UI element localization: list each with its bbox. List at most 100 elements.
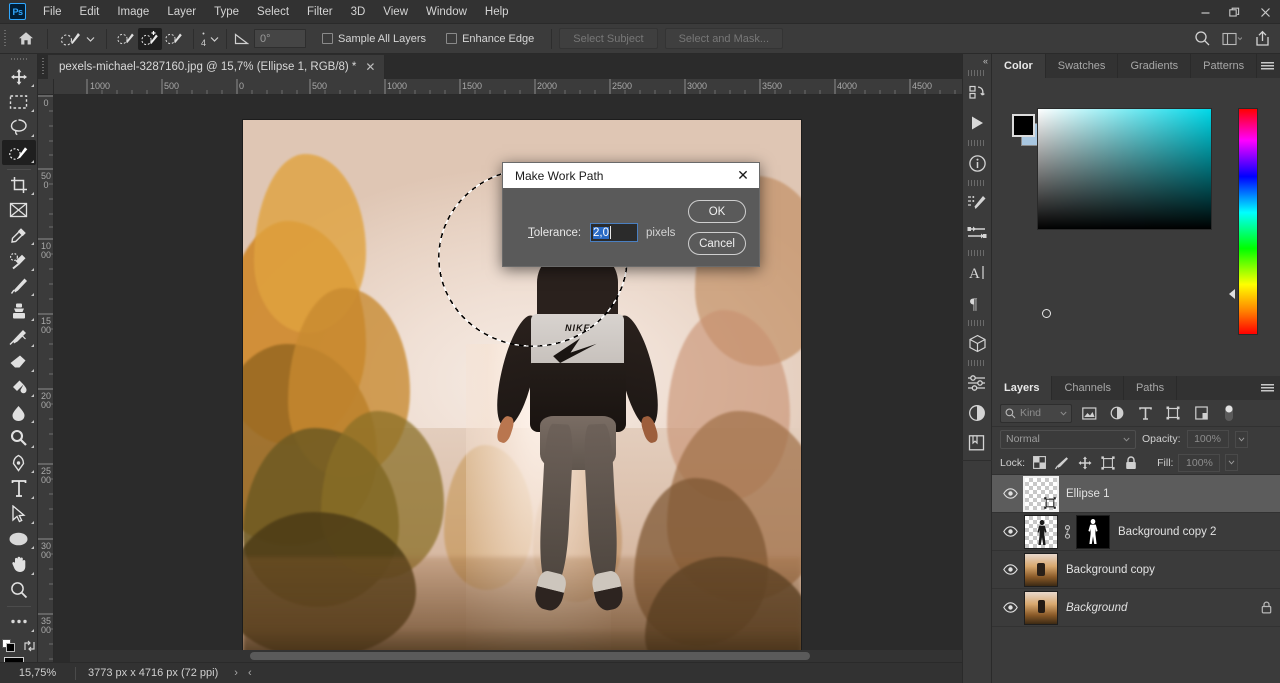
minimize-button[interactable] <box>1190 0 1220 24</box>
filter-toggle-switch[interactable] <box>1218 403 1240 423</box>
spot-healing-brush-tool[interactable] <box>2 248 36 272</box>
gradient-tool[interactable] <box>2 375 36 399</box>
menu-edit[interactable]: Edit <box>71 3 109 21</box>
layer-thumbnail[interactable] <box>1023 475 1059 512</box>
filter-type-icon[interactable] <box>1134 403 1156 423</box>
layer-thumbnail[interactable] <box>1024 590 1058 625</box>
layer-mask-link-icon[interactable] <box>1060 524 1074 539</box>
menu-3d[interactable]: 3D <box>342 3 375 21</box>
path-selection-tool[interactable] <box>2 502 36 526</box>
info-icon[interactable] <box>962 148 992 178</box>
clone-stamp-tool[interactable] <box>2 299 36 323</box>
tab-channels[interactable]: Channels <box>1052 376 1124 400</box>
layer-thumbnail[interactable] <box>1024 552 1058 587</box>
add-to-selection-mode-button[interactable] <box>138 27 162 50</box>
frame-tool[interactable] <box>2 198 36 222</box>
layer-thumbnail[interactable] <box>1024 514 1058 549</box>
layer-locked-icon[interactable] <box>1252 601 1280 614</box>
table-row[interactable]: Background copy <box>992 551 1280 589</box>
layer-visibility-eye-icon[interactable] <box>996 475 1024 513</box>
ellipse-shape-tool[interactable] <box>2 527 36 551</box>
menu-file[interactable]: File <box>34 3 71 21</box>
actions-play-icon[interactable] <box>962 108 992 138</box>
dodge-tool[interactable] <box>2 426 36 450</box>
tab-patterns[interactable]: Patterns <box>1191 54 1258 78</box>
brush-settings-icon[interactable] <box>962 188 992 218</box>
blend-mode-select[interactable]: Normal <box>1000 429 1136 449</box>
tolerance-input[interactable]: 2,0 <box>590 223 638 242</box>
expand-left-icon[interactable]: ‹ <box>248 667 252 679</box>
rail-grip[interactable] <box>968 180 986 186</box>
expand-right-icon[interactable]: › <box>234 667 238 679</box>
home-screen-button[interactable] <box>12 25 40 53</box>
toolbar-grip[interactable] <box>0 54 37 64</box>
menu-layer[interactable]: Layer <box>158 3 205 21</box>
scrollbar-thumb[interactable] <box>250 652 810 660</box>
table-row[interactable]: Background copy 2 <box>992 513 1280 551</box>
tab-layers[interactable]: Layers <box>992 376 1053 400</box>
cancel-button[interactable]: Cancel <box>688 232 746 255</box>
menu-select[interactable]: Select <box>248 3 298 21</box>
move-tool[interactable] <box>2 64 36 88</box>
layer-name[interactable]: Ellipse 1 <box>1066 488 1280 500</box>
quick-selection-tool[interactable] <box>1 140 36 165</box>
layer-name[interactable]: Background copy 2 <box>1118 526 1280 538</box>
lock-transparent-pixels-icon[interactable] <box>1030 454 1048 472</box>
rail-grip[interactable] <box>968 320 986 326</box>
layer-name[interactable]: Background copy <box>1066 564 1280 576</box>
paragraph-icon[interactable]: ¶ <box>962 288 992 318</box>
hue-slider[interactable] <box>1238 108 1258 335</box>
opacity-scrubber-chevron-icon[interactable] <box>1234 430 1248 448</box>
share-icon[interactable] <box>1248 26 1276 52</box>
layer-visibility-eye-icon[interactable] <box>996 513 1024 551</box>
fill-scrubber-chevron-icon[interactable] <box>1225 454 1239 471</box>
maximize-restore-button[interactable] <box>1220 0 1250 24</box>
layer-visibility-eye-icon[interactable] <box>996 589 1024 627</box>
color-field-picker-ring[interactable] <box>1042 309 1051 318</box>
options-bar-grip[interactable] <box>0 24 10 54</box>
canvas-horizontal-scrollbar[interactable] <box>70 650 978 662</box>
filter-adjustment-icon[interactable] <box>1106 403 1128 423</box>
filter-shape-icon[interactable] <box>1162 403 1184 423</box>
rectangular-marquee-tool[interactable] <box>2 90 36 114</box>
hand-tool[interactable] <box>2 552 36 576</box>
panel-menu-icon[interactable] <box>1261 54 1274 78</box>
angle-input[interactable]: 0° <box>254 29 307 48</box>
menu-help[interactable]: Help <box>476 3 518 21</box>
table-row[interactable]: Ellipse 1 <box>992 475 1280 513</box>
document-tab[interactable]: pexels-michael-3287160.jpg @ 15,7% (Elli… <box>48 55 386 79</box>
make-work-path-dialog[interactable]: Make Work Path ✕ Tolerance: 2,0 pixels O… <box>502 162 760 267</box>
menu-type[interactable]: Type <box>205 3 248 21</box>
filter-kind-select[interactable]: Kind <box>1000 403 1072 423</box>
tab-swatches[interactable]: Swatches <box>1045 54 1119 78</box>
subtract-from-selection-mode-button[interactable] <box>162 28 186 50</box>
close-button[interactable] <box>1250 0 1280 24</box>
menu-image[interactable]: Image <box>108 3 158 21</box>
lock-image-pixels-icon[interactable] <box>1053 454 1071 472</box>
brush-tool[interactable] <box>2 274 36 298</box>
table-row[interactable]: Background <box>992 589 1280 627</box>
opacity-value[interactable]: 100% <box>1186 430 1229 448</box>
history-icon[interactable] <box>962 78 992 108</box>
zoom-tool[interactable] <box>2 578 36 602</box>
menu-filter[interactable]: Filter <box>298 3 342 21</box>
eraser-tool[interactable] <box>2 350 36 374</box>
close-icon[interactable]: ✕ <box>365 60 375 74</box>
eyedropper-tool[interactable] <box>2 223 36 247</box>
search-icon[interactable] <box>1188 26 1216 52</box>
menu-view[interactable]: View <box>374 3 417 21</box>
ok-button[interactable]: OK <box>688 200 746 223</box>
foreground-color-swatch[interactable] <box>1012 114 1035 137</box>
filter-smart-object-icon[interactable] <box>1190 403 1212 423</box>
document-dimensions-info[interactable]: 3773 px x 4716 px (72 ppi) <box>76 667 218 679</box>
rail-grip[interactable] <box>968 360 986 366</box>
new-selection-mode-button[interactable] <box>114 28 138 50</box>
menu-window[interactable]: Window <box>417 3 476 21</box>
blur-tool[interactable] <box>2 400 36 424</box>
tab-gradients[interactable]: Gradients <box>1118 54 1192 78</box>
collapse-panels-icon[interactable]: « <box>962 54 992 68</box>
pen-tool[interactable] <box>2 451 36 475</box>
zoom-level[interactable]: 15,75% <box>0 667 75 679</box>
sample-all-layers-checkbox[interactable]: Sample All Layers <box>322 33 426 45</box>
close-icon[interactable]: ✕ <box>727 163 759 188</box>
